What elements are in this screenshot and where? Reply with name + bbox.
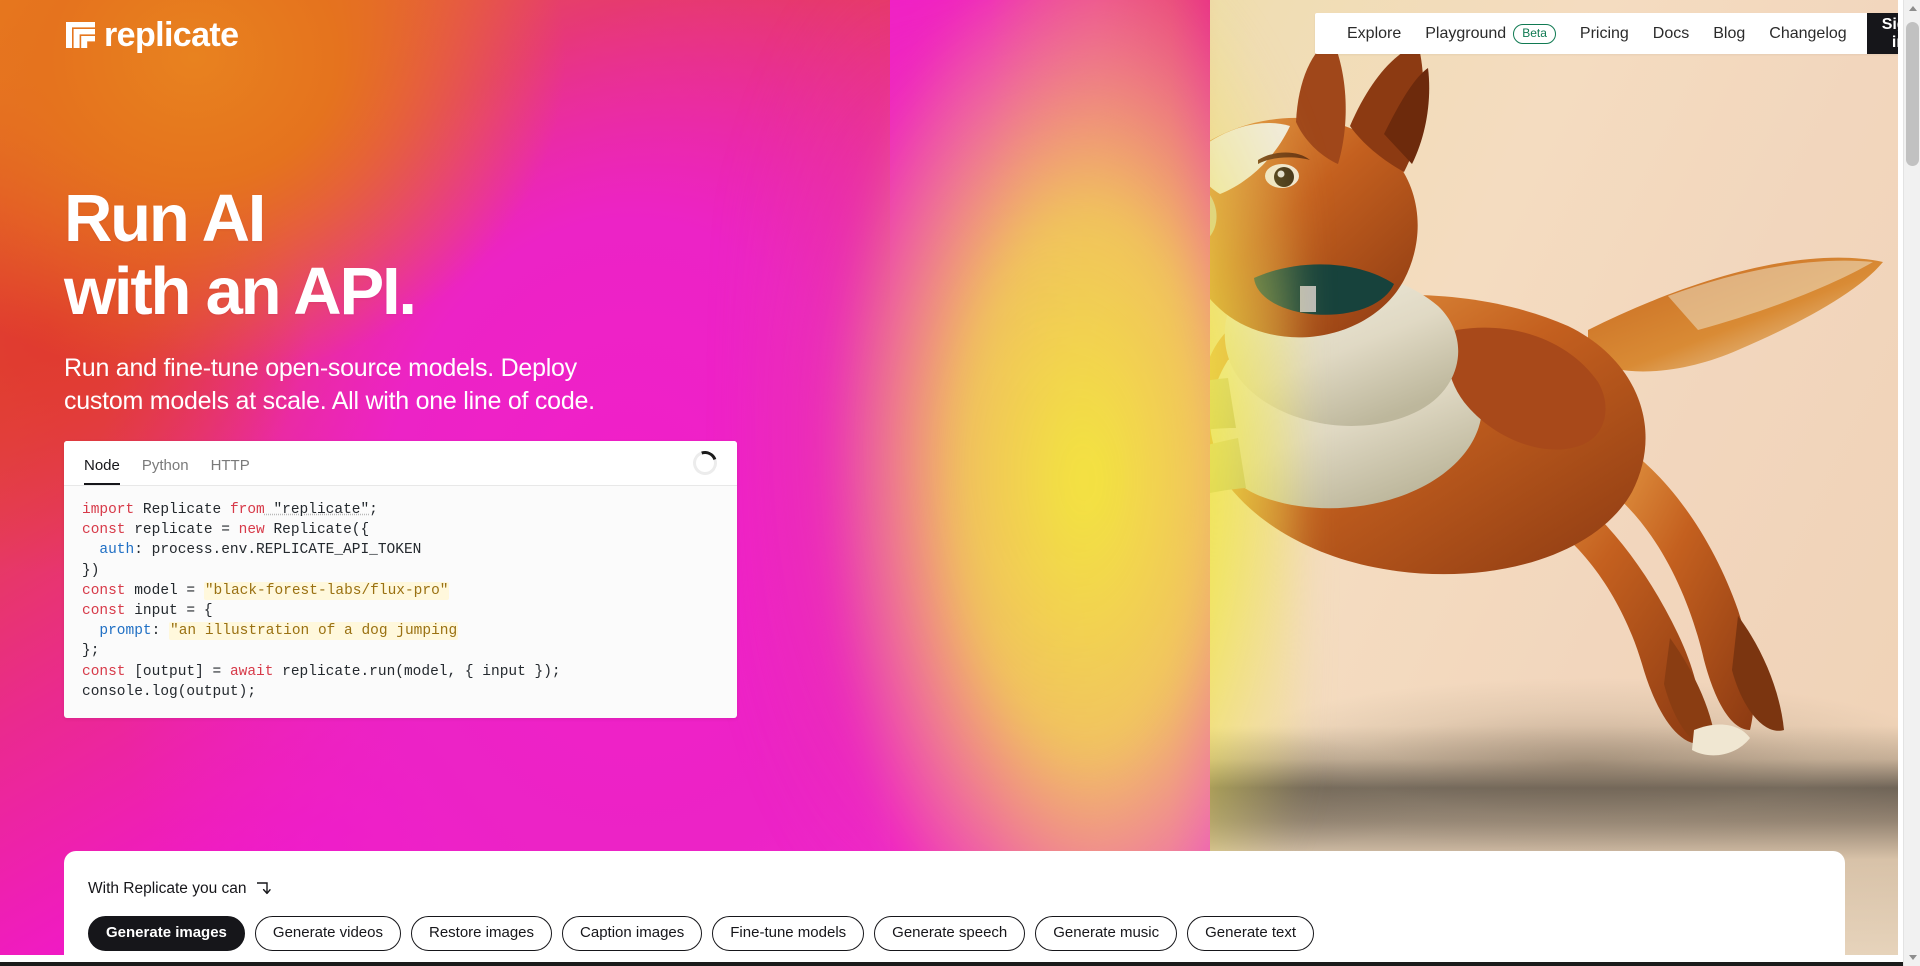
code-token: replicate = bbox=[125, 522, 239, 539]
tab-node[interactable]: Node bbox=[84, 457, 131, 485]
loading-spinner-icon bbox=[688, 446, 722, 480]
code-token: ; bbox=[369, 502, 378, 518]
hero-section: replicate Explore Playground Beta Pricin… bbox=[0, 0, 1898, 955]
code-token: Replicate({ bbox=[264, 522, 370, 539]
code-token: : process.env.REPLICATE_API_TOKEN bbox=[134, 542, 422, 559]
beta-badge: Beta bbox=[1513, 23, 1556, 44]
code-token: import bbox=[82, 502, 135, 518]
scroll-down-arrow-icon[interactable] bbox=[1904, 949, 1920, 966]
arrow-turn-down-right-icon bbox=[256, 881, 271, 894]
scrollbar-thumb[interactable] bbox=[1906, 22, 1919, 166]
pill-generate-music[interactable]: Generate music bbox=[1035, 916, 1178, 951]
nav-item-playground[interactable]: Playground Beta bbox=[1413, 13, 1568, 54]
scroll-up-arrow-icon[interactable] bbox=[1904, 0, 1920, 17]
code-snippet: import Replicate from "replicate"; const… bbox=[64, 486, 737, 712]
code-token: replicate.run(model, { input }); bbox=[273, 663, 561, 680]
capabilities-card: With Replicate you can Generate images G… bbox=[64, 851, 1845, 966]
pill-fine-tune-models[interactable]: Fine-tune models bbox=[712, 916, 865, 951]
code-token: console.log(output); bbox=[82, 683, 257, 700]
nav-item-pricing[interactable]: Pricing bbox=[1568, 13, 1641, 54]
replicate-logo[interactable]: replicate bbox=[64, 16, 239, 54]
code-token: const bbox=[82, 522, 126, 539]
pill-generate-speech[interactable]: Generate speech bbox=[874, 916, 1026, 951]
sign-in-button[interactable]: Sign in bbox=[1866, 13, 1898, 54]
nav-item-explore[interactable]: Explore bbox=[1335, 13, 1413, 54]
page-bottom-edge bbox=[0, 962, 1903, 966]
logo-wordmark: replicate bbox=[104, 16, 239, 54]
code-token-prompt: "an illustration of a dog jumping bbox=[169, 622, 459, 641]
code-token: auth bbox=[82, 542, 135, 559]
pill-caption-images[interactable]: Caption images bbox=[562, 916, 703, 951]
code-token: [output] = bbox=[125, 663, 230, 680]
browser-page: replicate Explore Playground Beta Pricin… bbox=[0, 0, 1920, 966]
nav-item-docs[interactable]: Docs bbox=[1641, 13, 1701, 54]
hero-subheadline: Run and fine-tune open-source models. De… bbox=[64, 354, 595, 415]
code-token: await bbox=[229, 663, 274, 680]
replicate-logo-icon bbox=[66, 22, 95, 48]
pill-generate-text[interactable]: Generate text bbox=[1187, 916, 1315, 951]
code-token: model = bbox=[125, 582, 204, 599]
nav-label-changelog: Changelog bbox=[1769, 24, 1847, 42]
tab-http[interactable]: HTTP bbox=[200, 457, 261, 485]
tab-python[interactable]: Python bbox=[131, 457, 200, 485]
code-token: new bbox=[238, 522, 265, 539]
capability-pill-row: Generate images Generate videos Restore … bbox=[88, 916, 1315, 951]
code-token: }; bbox=[82, 643, 100, 660]
nav-label-blog: Blog bbox=[1713, 24, 1746, 42]
nav-item-blog[interactable]: Blog bbox=[1701, 13, 1757, 54]
vertical-scrollbar[interactable] bbox=[1903, 0, 1920, 966]
code-language-tabs: Node Python HTTP bbox=[64, 441, 737, 486]
code-token: const bbox=[82, 663, 126, 680]
code-token: Replicate bbox=[134, 502, 230, 518]
nav-label-explore: Explore bbox=[1347, 24, 1402, 42]
capabilities-heading-text: With Replicate you can bbox=[88, 880, 247, 897]
hero-yellow-glow bbox=[740, 0, 1300, 955]
capabilities-heading: With Replicate you can bbox=[88, 880, 272, 898]
code-token-model: "black-forest-labs/flux-pro" bbox=[203, 581, 450, 600]
code-token: "replicate" bbox=[264, 502, 370, 518]
nav-label-playground: Playground bbox=[1425, 24, 1507, 42]
main-navigation: Explore Playground Beta Pricing Docs Blo… bbox=[1315, 13, 1898, 54]
code-token: const bbox=[82, 603, 126, 620]
nav-label-docs: Docs bbox=[1652, 24, 1690, 42]
code-token: : bbox=[151, 623, 170, 640]
code-sample-card: Node Python HTTP import Replicate from "… bbox=[64, 441, 737, 718]
nav-label-pricing: Pricing bbox=[1579, 24, 1629, 42]
code-token: }) bbox=[82, 562, 100, 579]
pill-generate-images[interactable]: Generate images bbox=[88, 916, 245, 951]
pill-restore-images[interactable]: Restore images bbox=[410, 916, 553, 951]
code-token: input = { bbox=[125, 603, 213, 620]
pill-generate-videos[interactable]: Generate videos bbox=[254, 916, 401, 951]
hero-headline: Run AI with an API. bbox=[64, 181, 417, 330]
code-token: from bbox=[229, 502, 265, 518]
code-token: const bbox=[82, 582, 126, 599]
code-token: prompt bbox=[82, 623, 152, 640]
nav-item-changelog[interactable]: Changelog bbox=[1757, 13, 1858, 54]
